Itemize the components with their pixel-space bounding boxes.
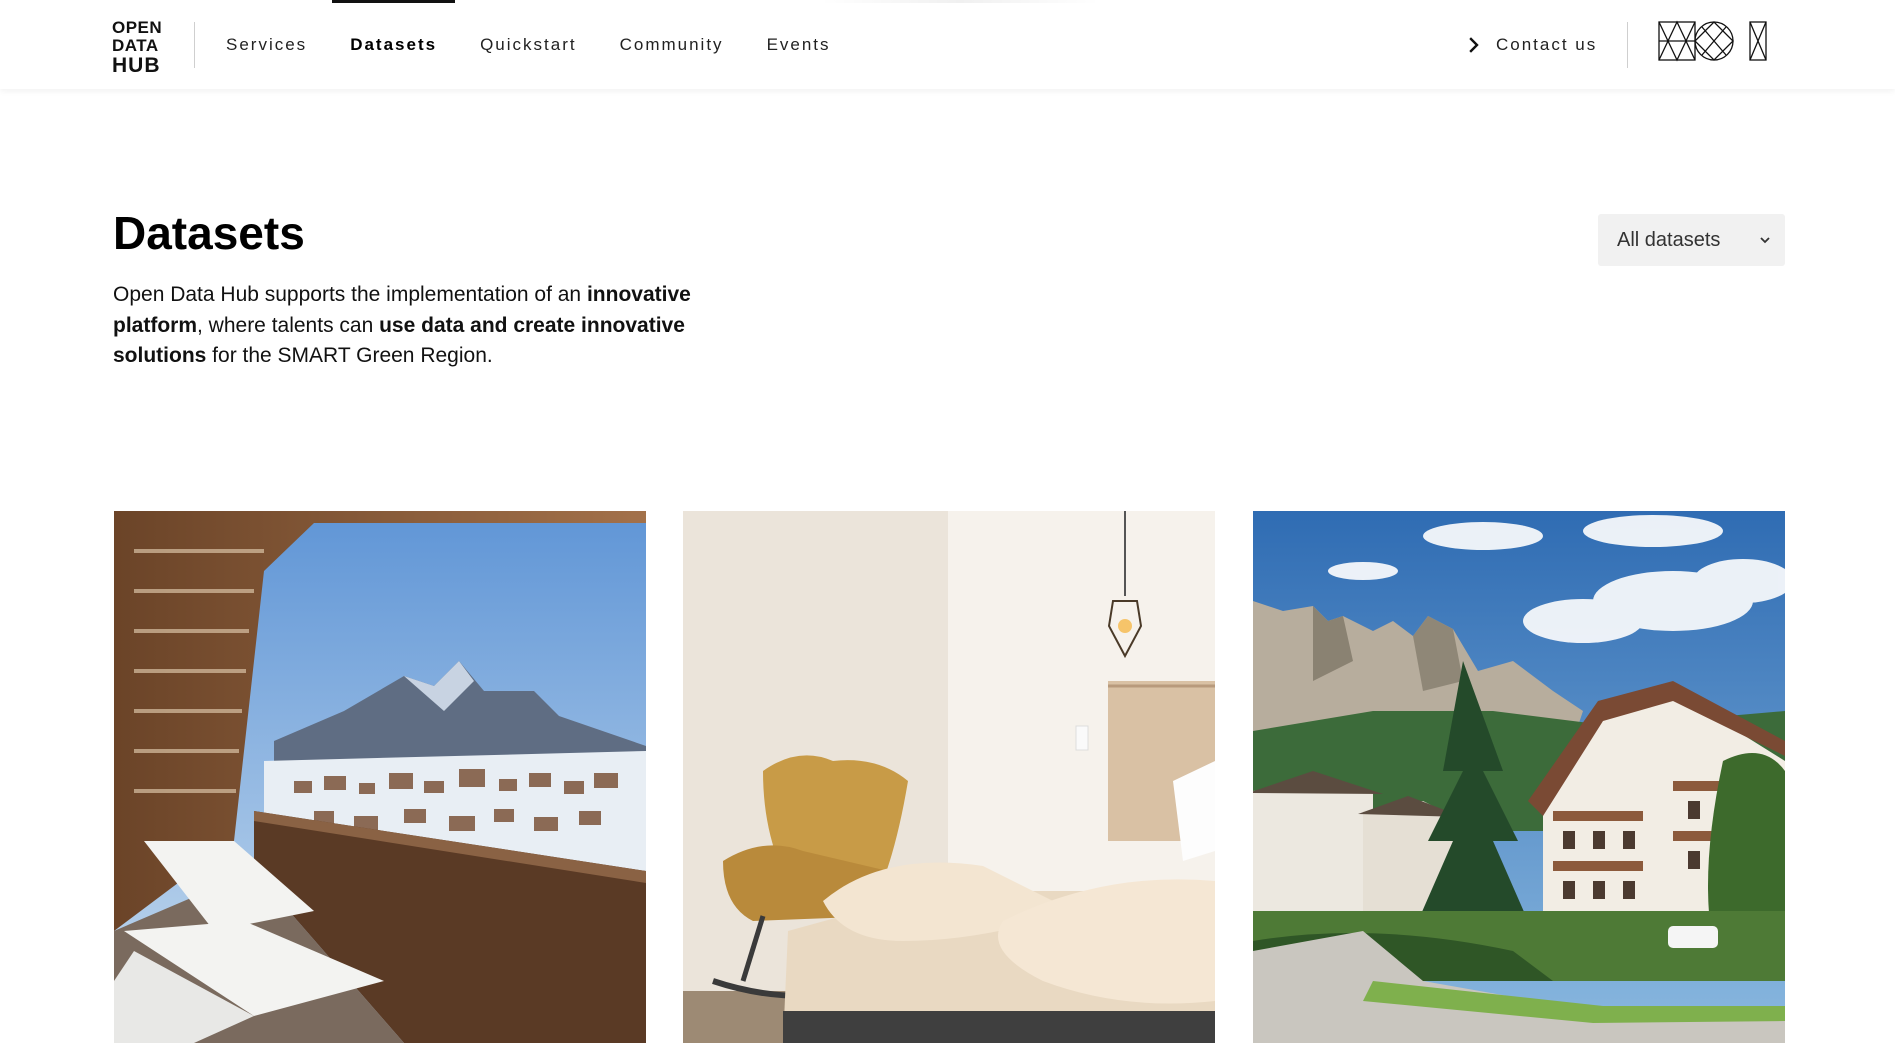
intro-part-2: , where talents can — [197, 313, 380, 337]
nav-events[interactable]: Events — [767, 0, 831, 89]
logo-line-1: OPEN — [112, 18, 163, 37]
nav-community[interactable]: Community — [620, 0, 724, 89]
contact-us-link[interactable]: Contact us — [1466, 0, 1597, 89]
dataset-filter-value: All datasets — [1617, 228, 1721, 251]
partner-divider — [1627, 22, 1628, 68]
page-title: Datasets — [113, 207, 305, 259]
dataset-filter-select[interactable]: All datasets — [1598, 214, 1785, 266]
chevron-right-icon — [1469, 36, 1479, 53]
balcony-mountain-village-photo — [114, 511, 646, 1043]
alpine-hotel-dolomites-photo — [1253, 511, 1785, 1043]
logo-divider — [194, 22, 195, 68]
nav-quickstart[interactable]: Quickstart — [480, 0, 577, 89]
intro-part-1: Open Data Hub supports the implementatio… — [113, 283, 587, 306]
open-data-hub-logo[interactable]: OPEN DATA HUB — [112, 19, 164, 77]
intro-part-3: for the SMART Green Region. — [206, 344, 493, 367]
intro-text: Open Data Hub supports the implementatio… — [113, 280, 753, 372]
dataset-card-3[interactable] — [1253, 511, 1785, 1043]
dataset-card-1[interactable] — [114, 511, 646, 1043]
contact-us-label: Contact us — [1496, 34, 1598, 54]
hotel-room-bed-chair-photo — [683, 511, 1215, 1043]
chevron-down-icon — [1760, 237, 1770, 244]
site-header: OPEN DATA HUB Services Datasets Quicksta… — [0, 0, 1895, 89]
logo-line-3: HUB — [112, 54, 161, 77]
logo-line-2: DATA — [112, 36, 159, 55]
dataset-card-2[interactable] — [683, 511, 1215, 1043]
nav-services[interactable]: Services — [226, 0, 307, 89]
main-nav: Services Datasets Quickstart Community E… — [226, 0, 874, 89]
noi-techpark-logo-icon[interactable] — [1658, 19, 1768, 73]
noi-logo-graphic — [1658, 20, 1767, 62]
nav-datasets[interactable]: Datasets — [332, 0, 455, 89]
